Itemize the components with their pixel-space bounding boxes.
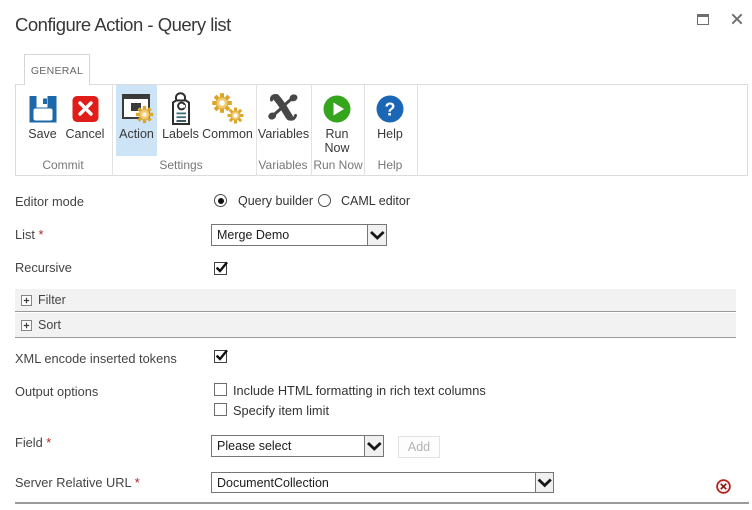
svg-text:?: ? — [385, 100, 396, 120]
